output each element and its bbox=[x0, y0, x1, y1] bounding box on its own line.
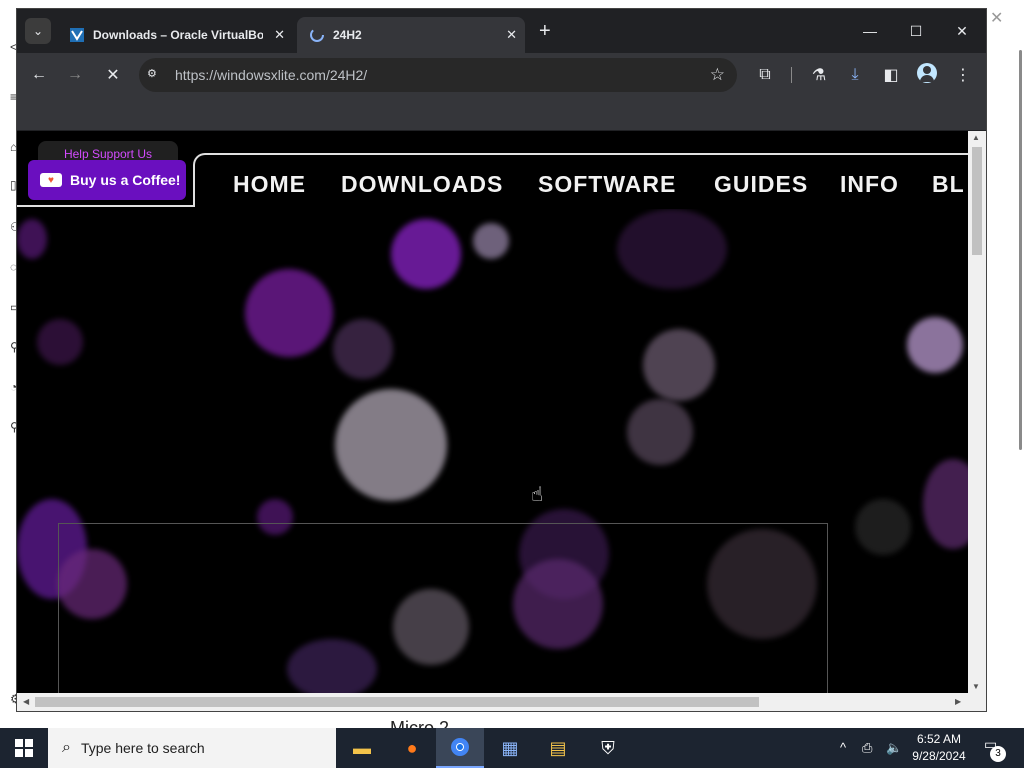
background-shield-icon: ▯ bbox=[10, 178, 17, 192]
download-icon[interactable]: ⤓ bbox=[843, 63, 867, 87]
bokeh-circle bbox=[17, 219, 47, 259]
bokeh-circle bbox=[617, 209, 727, 289]
tab-strip: ⌄ Downloads – Oracle VirtualBox ✕ 24H2 ✕… bbox=[17, 9, 986, 53]
notification-count-badge: 3 bbox=[990, 746, 1006, 762]
toolbar-divider bbox=[791, 67, 792, 83]
extensions-icon[interactable]: ⧉ bbox=[753, 63, 777, 87]
background-sidebar-icon: < bbox=[10, 40, 18, 54]
nav-blog[interactable]: BL bbox=[932, 171, 965, 198]
side-panel-icon[interactable]: ◧ bbox=[879, 63, 903, 87]
network-icon[interactable]: ⎙ bbox=[862, 740, 872, 756]
background-menu-icon: ≡ bbox=[10, 90, 18, 104]
bokeh-circle bbox=[391, 219, 461, 289]
labs-flask-icon[interactable]: ⚗ bbox=[807, 63, 831, 87]
security-shield-icon[interactable]: ⛨ bbox=[584, 728, 632, 768]
browser-window: ⌄ Downloads – Oracle VirtualBox ✕ 24H2 ✕… bbox=[17, 9, 986, 711]
chrome-icon[interactable] bbox=[436, 728, 484, 768]
maximize-button[interactable]: ☐ bbox=[893, 17, 939, 45]
clock-date: 9/28/2024 bbox=[912, 749, 966, 763]
nav-downloads[interactable]: DOWNLOADS bbox=[341, 171, 503, 198]
virtualbox-icon bbox=[69, 27, 85, 43]
close-window-button[interactable]: ✕ bbox=[939, 17, 985, 45]
address-bar[interactable]: ⚙ https://windowsxlite.com/24H2/ ☆ bbox=[139, 58, 737, 92]
search-icon: ⌕ bbox=[62, 739, 71, 756]
bookmark-star-icon[interactable]: ☆ bbox=[710, 65, 725, 85]
background-close-icon[interactable]: ✕ bbox=[990, 8, 1003, 28]
system-clock[interactable]: 6:52 AM 9/28/2024 bbox=[904, 731, 974, 765]
scroll-up-arrow-icon[interactable]: ▲ bbox=[972, 133, 980, 142]
bokeh-circle bbox=[907, 317, 963, 373]
bokeh-circle bbox=[335, 389, 447, 501]
taskbar-search-box[interactable]: ⌕ Type here to search bbox=[48, 728, 336, 768]
coffee-cup-icon: ♥ bbox=[40, 173, 62, 187]
tab-title: 24H2 bbox=[333, 28, 362, 42]
nav-software[interactable]: SOFTWARE bbox=[538, 171, 676, 198]
file-explorer-icon[interactable]: ▬ bbox=[338, 728, 386, 768]
vertical-scrollbar[interactable]: ▲ ▼ bbox=[968, 131, 986, 693]
bokeh-circle bbox=[245, 269, 333, 357]
minimize-button[interactable]: — bbox=[847, 17, 893, 45]
bokeh-circle bbox=[855, 499, 911, 555]
firefox-icon[interactable]: ● bbox=[388, 728, 436, 768]
windows-logo-icon bbox=[15, 739, 33, 757]
background-text: Micro 2 ... bbox=[390, 718, 470, 728]
search-placeholder: Type here to search bbox=[80, 740, 205, 756]
bokeh-circle bbox=[473, 223, 509, 259]
url-text[interactable]: https://windowsxlite.com/24H2/ bbox=[175, 67, 367, 83]
clock-time: 6:52 AM bbox=[916, 732, 962, 746]
tab-title: Downloads – Oracle VirtualBox bbox=[93, 28, 263, 42]
taskbar: ⌕ Type here to search ▬ ● ▦ ▤ ⛨ ^ ⎙ 🔈 6:… bbox=[0, 728, 1024, 768]
bokeh-circle bbox=[923, 459, 968, 549]
page-viewport: Help Support Us ♥ Buy us a Coffee! HOME … bbox=[17, 131, 968, 693]
tab-search-button[interactable]: ⌄ bbox=[25, 18, 51, 44]
bokeh-circle bbox=[333, 319, 393, 379]
show-hidden-icons-icon[interactable]: ^ bbox=[840, 740, 846, 755]
buy-coffee-button[interactable]: ♥ Buy us a Coffee! bbox=[28, 160, 186, 200]
new-tab-button[interactable]: + bbox=[539, 21, 551, 41]
forward-button[interactable]: → bbox=[63, 63, 87, 87]
profile-avatar[interactable] bbox=[917, 63, 937, 83]
nav-home[interactable]: HOME bbox=[233, 171, 306, 198]
start-button[interactable] bbox=[0, 728, 48, 768]
bokeh-circle bbox=[37, 319, 83, 365]
horizontal-scroll-thumb[interactable] bbox=[35, 697, 759, 707]
nav-guides[interactable]: GUIDES bbox=[714, 171, 808, 198]
back-button[interactable]: ← bbox=[27, 63, 51, 87]
nav-info[interactable]: INFO bbox=[840, 171, 899, 198]
vertical-scroll-thumb[interactable] bbox=[972, 147, 982, 255]
background-scrollbar[interactable] bbox=[1019, 50, 1022, 450]
files-icon[interactable]: ▤ bbox=[534, 728, 582, 768]
buy-coffee-label: Buy us a Coffee! bbox=[70, 172, 181, 188]
hand-cursor-icon: ☝ bbox=[531, 484, 544, 506]
close-tab-icon[interactable]: ✕ bbox=[506, 27, 517, 43]
chevron-down-icon: ⌄ bbox=[32, 24, 44, 38]
site-header: Help Support Us ♥ Buy us a Coffee! HOME … bbox=[17, 131, 968, 207]
hero-bokeh-background: ☝ bbox=[17, 209, 968, 693]
browser-toolbar: ← → ✕ ⚙ https://windowsxlite.com/24H2/ ☆… bbox=[17, 53, 986, 97]
tab-virtualbox-downloads[interactable]: Downloads – Oracle VirtualBox ✕ bbox=[57, 17, 293, 53]
scroll-right-arrow-icon[interactable]: ▶ bbox=[955, 697, 961, 706]
content-frame bbox=[58, 523, 828, 693]
loading-spinner-icon bbox=[309, 27, 325, 43]
scroll-down-arrow-icon[interactable]: ▼ bbox=[972, 682, 980, 691]
bokeh-circle bbox=[627, 399, 693, 465]
bokeh-circle bbox=[643, 329, 715, 401]
menu-kebab-icon[interactable]: ⋮ bbox=[951, 63, 975, 87]
site-info-icon[interactable]: ⚙ bbox=[147, 67, 163, 83]
site-nav: HOME DOWNLOADS SOFTWARE GUIDES INFO BL bbox=[193, 153, 968, 207]
virtualbox-taskbar-icon[interactable]: ▦ bbox=[486, 728, 534, 768]
volume-muted-icon[interactable]: 🔈 bbox=[886, 740, 902, 756]
horizontal-scrollbar[interactable]: ◀ ▶ bbox=[17, 693, 986, 711]
bookmarks-bar bbox=[17, 97, 986, 131]
scroll-left-arrow-icon[interactable]: ◀ bbox=[23, 697, 29, 706]
stop-loading-button[interactable]: ✕ bbox=[101, 63, 125, 87]
tab-24h2[interactable]: 24H2 ✕ bbox=[297, 17, 525, 53]
close-tab-icon[interactable]: ✕ bbox=[274, 27, 285, 43]
